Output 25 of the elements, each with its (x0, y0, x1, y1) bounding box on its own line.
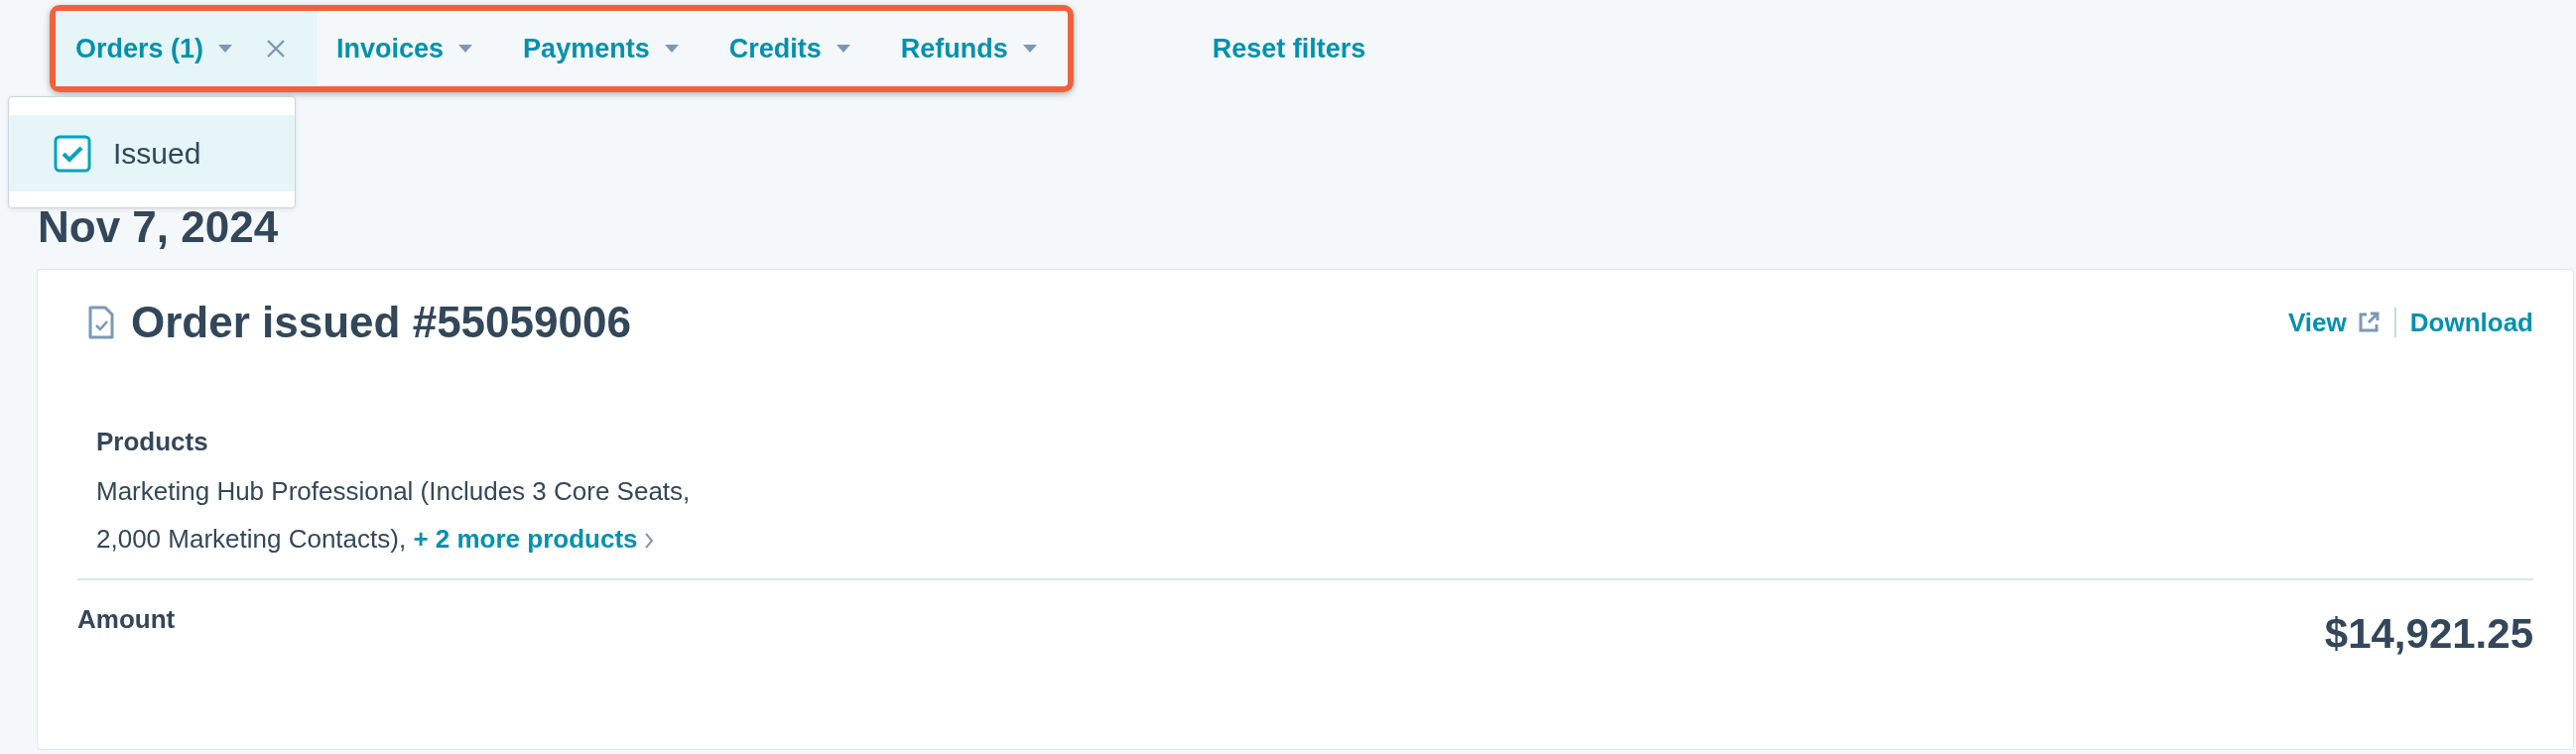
caret-icon (457, 44, 474, 54)
option-label: Issued (113, 136, 201, 172)
filter-tab[interactable]: Invoices (317, 11, 504, 86)
amount-value: $14,921.25 (2324, 609, 2533, 659)
products-description: Marketing Hub Professional (Includes 3 Core Seats, 2,000 Marketing Contacts), + 2 more products (96, 475, 692, 556)
caret-icon (663, 44, 680, 54)
caret-icon (835, 44, 851, 54)
products-label: Products (96, 426, 209, 458)
filter-tab[interactable]: Credits (708, 11, 881, 86)
caret-icon (217, 44, 234, 54)
caret-icon (1021, 44, 1038, 54)
document-check-icon (87, 306, 115, 339)
close-icon (265, 38, 288, 60)
filter-tab[interactable]: Refunds (880, 11, 1068, 86)
filter-tab[interactable]: Orders (1) (56, 11, 318, 86)
filter-tab[interactable]: Payments (503, 11, 709, 86)
download-link[interactable]: Download (2409, 303, 2533, 342)
more-products-link[interactable]: + 2 more products (413, 524, 654, 554)
view-link[interactable]: View (2288, 303, 2381, 342)
checkbox[interactable] (54, 134, 91, 173)
order-title: Order issued #55059006 (131, 296, 631, 348)
date-heading: Nov 7, 2024 (38, 205, 280, 249)
amount-label: Amount (77, 603, 176, 636)
chevron-right-icon (643, 532, 654, 551)
reset-filters-link[interactable]: Reset filters (1212, 28, 1366, 69)
